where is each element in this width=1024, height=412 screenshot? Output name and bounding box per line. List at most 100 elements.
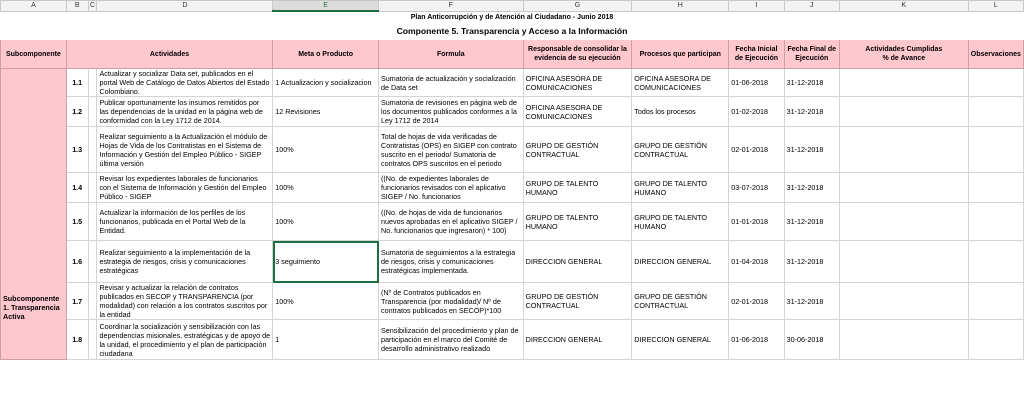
procesos-cell[interactable]: Todos los procesos xyxy=(631,96,730,127)
procesos-cell[interactable]: GRUPO DE GESTIÓN CONTRACTUAL xyxy=(631,282,730,320)
column-header-c[interactable]: C xyxy=(87,0,98,12)
row-number-cell[interactable]: 1.6 xyxy=(65,240,89,283)
cumplidas-cell[interactable] xyxy=(838,126,969,173)
formula-cell[interactable]: Sumatoria de seguimientos a la estrategi… xyxy=(378,240,524,283)
header-procesos[interactable]: Procesos que participan xyxy=(631,39,730,69)
cumplidas-cell[interactable] xyxy=(838,282,969,320)
header-cumplidas[interactable]: Actividades Cumplidas % de Avance xyxy=(838,39,969,69)
responsable-cell[interactable]: GRUPO DE TALENTO HUMANO xyxy=(522,202,633,241)
column-header-f[interactable]: F xyxy=(378,0,524,12)
cumplidas-cell[interactable] xyxy=(838,68,969,97)
formula-cell[interactable]: Sensibilización del procedimiento y plan… xyxy=(378,319,524,360)
fecha-inicial-cell[interactable]: 02-01-2018 xyxy=(728,282,785,320)
meta-cell[interactable]: 12 Revisiones xyxy=(272,96,379,127)
row-number-cell[interactable]: 1.7 xyxy=(65,282,89,320)
observaciones-cell[interactable] xyxy=(967,172,1024,203)
header-responsable[interactable]: Responsable de consolidar la evidencia d… xyxy=(522,39,633,69)
observaciones-cell[interactable] xyxy=(967,319,1024,360)
fecha-final-cell[interactable]: 30-06-2018 xyxy=(783,319,840,360)
row-number-cell[interactable]: 1.5 xyxy=(65,202,89,241)
procesos-cell[interactable]: OFICINA ASESORA DE COMUNICACIONES xyxy=(631,68,730,97)
procesos-cell[interactable]: GRUPO DE TALENTO HUMANO xyxy=(631,202,730,241)
column-header-g[interactable]: G xyxy=(522,0,633,12)
responsable-cell[interactable]: GRUPO DE TALENTO HUMANO xyxy=(522,172,633,203)
spacer-cell[interactable] xyxy=(87,282,98,320)
cumplidas-cell[interactable] xyxy=(838,172,969,203)
spacer-cell[interactable] xyxy=(87,96,98,127)
formula-cell[interactable]: Sumatoria de revisiones en página web de… xyxy=(378,96,524,127)
column-header-i[interactable]: I xyxy=(728,0,785,12)
procesos-cell[interactable]: GRUPO DE TALENTO HUMANO xyxy=(631,172,730,203)
fecha-inicial-cell[interactable]: 02-01-2018 xyxy=(728,126,785,173)
spacer-cell[interactable] xyxy=(87,68,98,97)
actividad-cell[interactable]: Actualizar y socializar Data set, public… xyxy=(96,68,274,97)
spacer-cell[interactable] xyxy=(87,240,98,283)
procesos-cell[interactable]: DIRECCION GENERAL xyxy=(631,240,730,283)
fecha-inicial-cell[interactable]: 01-02-2018 xyxy=(728,96,785,127)
fecha-final-cell[interactable]: 31-12-2018 xyxy=(783,96,840,127)
row-number-cell[interactable]: 1.1 xyxy=(65,68,89,97)
responsable-cell[interactable]: GRUPO DE GESTIÓN CONTRACTUAL xyxy=(522,282,633,320)
header-observaciones[interactable]: Observaciones xyxy=(967,39,1024,69)
column-header-b[interactable]: B xyxy=(65,0,89,12)
cumplidas-cell[interactable] xyxy=(838,96,969,127)
fecha-final-cell[interactable]: 31-12-2018 xyxy=(783,172,840,203)
meta-cell[interactable]: 1 Actualizacion y socializacion xyxy=(272,68,379,97)
actividad-cell[interactable]: Realizar seguimiento a la Actualización … xyxy=(96,126,274,173)
column-header-l[interactable]: L xyxy=(967,0,1024,12)
spacer-cell[interactable] xyxy=(87,172,98,203)
column-header-k[interactable]: K xyxy=(838,0,969,12)
responsable-cell[interactable]: OFICINA ASESORA DE COMUNICACIONES xyxy=(522,96,633,127)
column-header-e[interactable]: E xyxy=(272,0,379,12)
observaciones-cell[interactable] xyxy=(967,126,1024,173)
header-subcomponente[interactable]: Subcomponente xyxy=(0,39,67,69)
header-fecha-inicial[interactable]: Fecha Inicial de Ejecución xyxy=(728,39,785,69)
column-header-h[interactable]: H xyxy=(631,0,730,12)
fecha-inicial-cell[interactable]: 01-06-2018 xyxy=(728,68,785,97)
actividad-cell[interactable]: Actualizar la información de los perfile… xyxy=(96,202,274,241)
formula-cell[interactable]: ((No. de hojas de vida de funcionarios n… xyxy=(378,202,524,241)
fecha-inicial-cell[interactable]: 01-04-2018 xyxy=(728,240,785,283)
fecha-inicial-cell[interactable]: 01-06-2018 xyxy=(728,319,785,360)
formula-cell[interactable]: Sumatoria de actualización y socializaci… xyxy=(378,68,524,97)
cumplidas-cell[interactable] xyxy=(838,319,969,360)
row-number-cell[interactable]: 1.2 xyxy=(65,96,89,127)
meta-cell[interactable]: 100% xyxy=(272,172,379,203)
actividad-cell[interactable]: Revisar los expedientes laborales de fun… xyxy=(96,172,274,203)
fecha-final-cell[interactable]: 31-12-2018 xyxy=(783,202,840,241)
actividad-cell[interactable]: Publicar oportunamente los insumos remit… xyxy=(96,96,274,127)
observaciones-cell[interactable] xyxy=(967,202,1024,241)
cumplidas-cell[interactable] xyxy=(838,240,969,283)
column-header-a[interactable]: A xyxy=(0,0,67,12)
header-fecha-final[interactable]: Fecha Final de Ejecución xyxy=(783,39,840,69)
formula-cell[interactable]: ((No. de expedientes laborales de funcio… xyxy=(378,172,524,203)
observaciones-cell[interactable] xyxy=(967,68,1024,97)
procesos-cell[interactable]: DIRECCION GENERAL xyxy=(631,319,730,360)
responsable-cell[interactable]: DIRECCION GENERAL xyxy=(522,240,633,283)
actividad-cell[interactable]: Realizar seguimiento a la implementación… xyxy=(96,240,274,283)
spacer-cell[interactable] xyxy=(87,126,98,173)
responsable-cell[interactable]: DIRECCION GENERAL xyxy=(522,319,633,360)
fecha-final-cell[interactable]: 31-12-2018 xyxy=(783,68,840,97)
spacer-cell[interactable] xyxy=(87,202,98,241)
fecha-final-cell[interactable]: 31-12-2018 xyxy=(783,126,840,173)
header-formula[interactable]: Formula xyxy=(378,39,524,69)
formula-cell[interactable]: Total de hojas de vida verificadas de Co… xyxy=(378,126,524,173)
observaciones-cell[interactable] xyxy=(967,282,1024,320)
header-meta[interactable]: Meta o Producto xyxy=(272,39,379,69)
meta-cell[interactable]: 1 xyxy=(272,319,379,360)
meta-cell[interactable]: 3 seguimiento xyxy=(272,240,379,283)
meta-cell[interactable]: 100% xyxy=(272,202,379,241)
column-header-d[interactable]: D xyxy=(96,0,274,12)
formula-cell[interactable]: (Nº de Contratos publicados en Transpare… xyxy=(378,282,524,320)
fecha-final-cell[interactable]: 31-12-2018 xyxy=(783,240,840,283)
header-actividades[interactable]: Actividades xyxy=(65,39,274,69)
observaciones-cell[interactable] xyxy=(967,96,1024,127)
column-header-j[interactable]: J xyxy=(783,0,840,12)
fecha-final-cell[interactable]: 31-12-2018 xyxy=(783,282,840,320)
actividad-cell[interactable]: Revisar y actualizar la relación de cont… xyxy=(96,282,274,320)
spacer-cell[interactable] xyxy=(87,319,98,360)
actividad-cell[interactable]: Coordinar la socialización y sensibiliza… xyxy=(96,319,274,360)
cumplidas-cell[interactable] xyxy=(838,202,969,241)
observaciones-cell[interactable] xyxy=(967,240,1024,283)
